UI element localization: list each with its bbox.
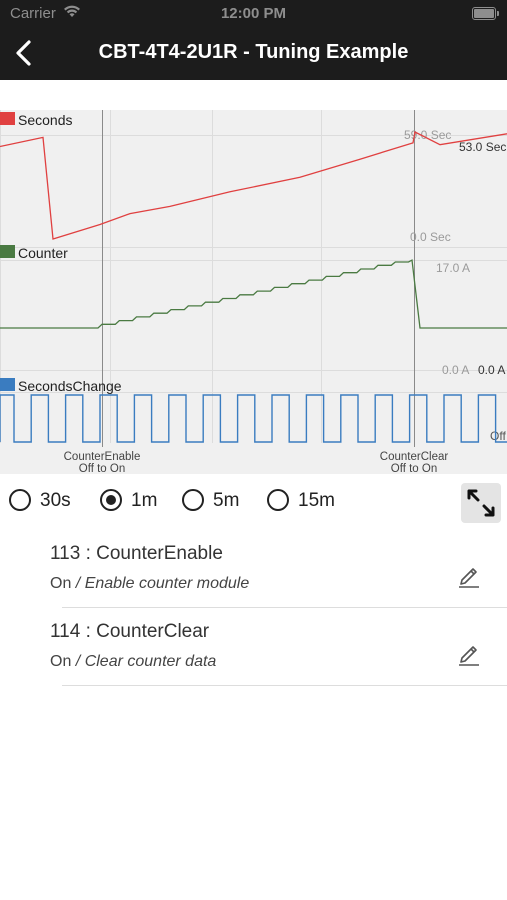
tuning-chart[interactable]: Seconds Counter SecondsChange 59.0 Sec 0… (0, 110, 507, 474)
time-range-selector: 30s 1m 5m 15m (0, 484, 507, 522)
parameter-title: 114 : CounterClear (50, 621, 209, 643)
chart-svg: Seconds Counter SecondsChange 59.0 Sec 0… (0, 110, 507, 474)
parameter-id: 114 (50, 621, 81, 642)
range-option-5m[interactable]: 5m (182, 484, 250, 520)
radio-icon (267, 489, 289, 511)
list-divider (62, 685, 507, 686)
counter-max-label: 17.0 A (436, 261, 470, 275)
seconds-legend-swatch (0, 112, 15, 125)
marker-sublabel-counterenable: Off to On (79, 463, 125, 474)
battery-icon (472, 7, 499, 20)
counter-legend-label: Counter (18, 245, 68, 261)
seconds-current-label: 53.0 Sec (459, 140, 506, 154)
range-option-1m[interactable]: 1m (100, 484, 165, 520)
parameter-separator: : (80, 543, 97, 564)
range-option-30s[interactable]: 30s (9, 484, 79, 520)
parameter-description: / Enable counter module (75, 575, 250, 592)
parameter-item-114[interactable]: 114 : CounterClear On / Clear counter da… (50, 611, 507, 689)
navigation-bar: CBT-4T4-2U1R - Tuning Example (0, 28, 507, 80)
parameter-value: On (50, 575, 72, 592)
counter-current-label: 0.0 A (478, 363, 505, 377)
range-option-label: 15m (298, 490, 335, 511)
secondschange-legend-label: SecondsChange (18, 378, 122, 394)
status-bar: Carrier 12:00 PM (0, 0, 507, 28)
expand-icon (467, 489, 495, 517)
marker-label-counterclear: CounterClear (380, 451, 449, 463)
range-option-label: 1m (131, 490, 158, 511)
secondschange-current-label: Off (490, 429, 506, 443)
counter-min-label: 0.0 A (442, 363, 469, 377)
parameter-description: / Clear counter data (75, 653, 217, 670)
counter-legend-swatch (0, 245, 15, 258)
parameter-subtitle: On / Enable counter module (50, 575, 249, 593)
range-option-label: 30s (40, 490, 71, 511)
edit-icon (459, 646, 479, 666)
parameter-name: CounterClear (96, 621, 210, 642)
marker-label-counterenable: CounterEnable (64, 451, 141, 463)
range-option-label: 5m (213, 490, 240, 511)
parameter-id: 113 (50, 543, 81, 564)
parameter-title: 113 : CounterEnable (50, 543, 223, 565)
edit-icon (459, 568, 479, 588)
expand-chart-button[interactable] (461, 483, 501, 523)
radio-selected-icon (100, 489, 122, 511)
radio-icon (9, 489, 31, 511)
radio-icon (182, 489, 204, 511)
marker-sublabel-counterclear: Off to On (391, 463, 437, 474)
edit-parameter-button[interactable] (457, 641, 481, 667)
seconds-max-label: 59.0 Sec (404, 128, 451, 142)
range-option-15m[interactable]: 15m (267, 484, 342, 520)
parameter-value: On (50, 653, 72, 670)
parameter-item-113[interactable]: 113 : CounterEnable On / Enable counter … (50, 533, 507, 611)
parameter-separator: : (80, 621, 97, 642)
secondschange-legend-swatch (0, 378, 15, 391)
parameter-subtitle: On / Clear counter data (50, 653, 216, 671)
parameter-name: CounterEnable (96, 543, 223, 564)
seconds-min-label: 0.0 Sec (410, 230, 451, 244)
page-title: CBT-4T4-2U1R - Tuning Example (98, 41, 409, 63)
edit-parameter-button[interactable] (457, 563, 481, 589)
clock: 12:00 PM (220, 5, 287, 22)
list-divider (62, 607, 507, 608)
seconds-legend-label: Seconds (18, 112, 72, 128)
